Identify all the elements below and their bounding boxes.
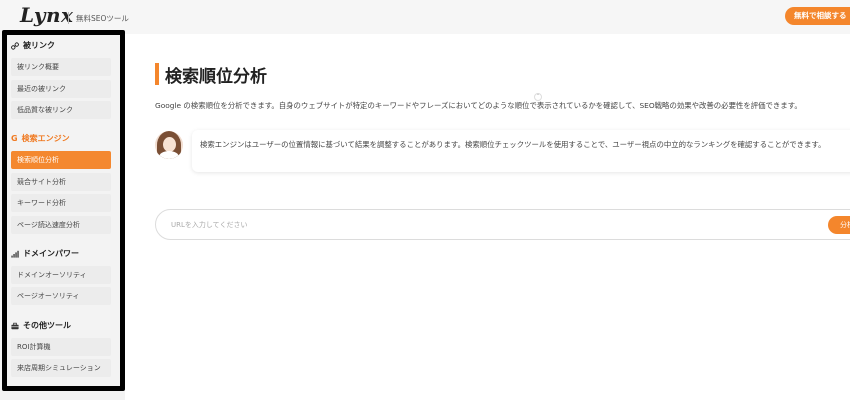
url-input[interactable] — [171, 218, 771, 232]
free-consultation-button[interactable]: 無料で相談する — [785, 7, 850, 25]
logo-divider — [68, 12, 69, 24]
top-header: Lynx 無料SEOツール 無料で相談する — [0, 0, 850, 34]
tip-speech-bubble: 検索エンジンはユーザーの位置情報に基づいて結果を調整することがあります。検索順位… — [192, 130, 850, 172]
tip-text: 検索エンジンはユーザーの位置情報に基づいて結果を調整することがあります。検索順位… — [200, 140, 826, 149]
page-title: 検索順位分析 — [165, 67, 267, 87]
page-description: Google の検索順位を分析できます。自身のウェブサイトが特定のキーワードやフ… — [155, 101, 802, 110]
url-search-box: 分析 — [155, 209, 850, 240]
tagline: 無料SEOツール — [76, 14, 129, 23]
logo[interactable]: Lynx — [20, 3, 73, 27]
analyze-button[interactable]: 分析 — [828, 216, 850, 234]
title-accent-bar — [155, 63, 159, 85]
avatar — [155, 131, 183, 159]
sidebar-highlight-frame — [2, 30, 125, 391]
